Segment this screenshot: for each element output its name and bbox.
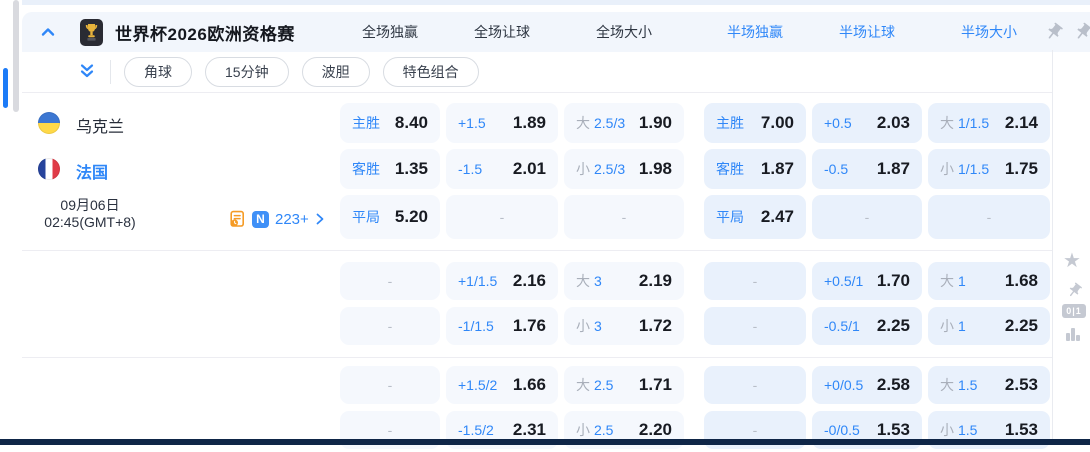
away-team-name: 法国 [76,159,108,183]
odds-cell-empty: - [446,195,558,239]
odds-cell[interactable]: +1.51.89 [446,103,558,143]
active-section-indicator [3,68,8,108]
score-badge-icon[interactable]: 0|1 [1062,304,1086,318]
chevron-up-icon [40,24,56,40]
odds-cell[interactable]: 平局2.47 [704,195,806,239]
top-divider-strip [22,0,1090,5]
odds-cell[interactable]: 小2.5/31.98 [564,149,684,189]
odds-cell-empty: - [928,195,1050,239]
collapse-league-button[interactable] [38,22,58,42]
odds-row: - +1/1.52.16 大32.19 - +0.5/11.70 大11.68 [340,262,1050,300]
odds-cell[interactable]: -0.5/12.25 [812,307,922,345]
odds-cell[interactable]: 主胜7.00 [704,103,806,143]
tab-half-time-handicap[interactable]: 半场让球 [812,22,922,42]
market-column-headers: 全场独赢 全场让球 全场大小 半场独赢 半场让球 半场大小 [340,12,1050,52]
odds-row: 主胜8.40 +1.51.89 大2.5/31.90 主胜7.00 +0.52.… [340,103,1050,143]
odds-cell-empty: - [704,262,806,300]
odds-row: 平局5.20 - - 平局2.47 - - [340,195,1050,239]
market-filter-row: 角球 15分钟 波胆 特色组合 [22,52,1052,93]
odds-cell-empty: - [340,366,440,404]
match-block-secondary: - +1/1.52.16 大32.19 - +0.5/11.70 大11.68 … [22,250,1052,358]
odds-row: 客胜1.35 -1.52.01 小2.5/31.98 客胜1.87 -0.51.… [340,149,1050,189]
stats-chart-icon[interactable] [1064,325,1082,343]
odds-cell[interactable]: 平局5.20 [340,195,440,239]
column-gap-spacer [690,366,698,404]
ukraine-flag-icon [38,112,60,134]
odds-cell-empty: - [564,195,684,239]
world-cup-trophy-icon [80,19,103,46]
odds-cell[interactable]: +0/0.52.58 [812,366,922,404]
tab-full-time-over-under[interactable]: 全场大小 [564,22,684,42]
odds-cell[interactable]: -1.52.01 [446,149,558,189]
odds-cell[interactable]: +1/1.52.16 [446,262,558,300]
pin-icon[interactable] [1069,18,1090,46]
more-markets-link[interactable]: N 223+ [228,210,325,228]
odds-cell[interactable]: +0.5/11.70 [812,262,922,300]
match-block-main: 乌克兰 法国 09月06日 02:45(GMT+8) N 223+ 主胜8.40… [22,92,1052,251]
odds-cell-empty: - [704,366,806,404]
scrollbar-thumb[interactable] [13,0,19,112]
odds-cell[interactable]: 客胜1.87 [704,149,806,189]
column-gap-spacer [690,149,698,189]
odds-cell[interactable]: 小1/1.51.75 [928,149,1050,189]
filter-corners[interactable]: 角球 [124,57,192,87]
tab-half-time-1x2[interactable]: 半场独赢 [704,22,806,42]
tab-full-time-handicap[interactable]: 全场让球 [446,22,558,42]
match-time: 02:45(GMT+8) [26,214,154,231]
column-gap-spacer [690,195,698,239]
odds-cell[interactable]: 主胜8.40 [340,103,440,143]
filter-divider [110,60,111,84]
favorite-star-icon[interactable]: ★ [1063,251,1081,271]
match-date: 09月06日 [26,197,154,214]
odds-cell-empty: - [704,307,806,345]
odds-cell[interactable]: 大2.5/31.90 [564,103,684,143]
match-block-tertiary: - +1.5/21.66 大2.51.71 - +0/0.52.58 大1.52… [22,357,1052,452]
left-rail [0,0,22,445]
odds-cell[interactable]: +1.5/21.66 [446,366,558,404]
n-badge-icon: N [252,211,269,228]
odds-cell[interactable]: 客胜1.35 [340,149,440,189]
more-markets-count: 223+ [275,211,309,228]
bottom-navy-bar [0,439,1090,445]
live-odds-icon [228,210,246,228]
match-datetime: 09月06日 02:45(GMT+8) [26,197,154,231]
right-rail-divider [1052,50,1053,445]
column-gap-spacer [690,307,698,345]
odds-row: - -1/1.51.76 小31.72 - -0.5/12.25 小12.25 [340,307,1050,345]
header-pin-actions [1044,22,1090,42]
double-chevron-down-icon [78,62,96,80]
expand-all-button[interactable] [78,62,98,82]
odds-row: - +1.5/21.66 大2.51.71 - +0/0.52.58 大1.52… [340,366,1050,404]
odds-cell[interactable]: 大1.52.53 [928,366,1050,404]
filter-15-minutes[interactable]: 15分钟 [205,57,289,87]
odds-cell[interactable]: 大32.19 [564,262,684,300]
odds-cell[interactable]: +0.52.03 [812,103,922,143]
pin-match-icon[interactable] [1063,279,1087,303]
column-gap-spacer [690,262,698,300]
france-flag-icon [38,158,60,180]
filter-special-combos[interactable]: 特色组合 [383,57,479,87]
odds-cell[interactable]: 小12.25 [928,307,1050,345]
tab-half-time-over-under[interactable]: 半场大小 [928,22,1050,42]
odds-cell[interactable]: 大11.68 [928,262,1050,300]
odds-cell-empty: - [340,262,440,300]
odds-cell[interactable]: -1/1.51.76 [446,307,558,345]
odds-cell[interactable]: 小31.72 [564,307,684,345]
league-header-left: 世界杯2026欧洲资格赛 [22,12,295,52]
chevron-right-icon [315,213,325,225]
column-gap-spacer [690,103,698,143]
tab-full-time-1x2[interactable]: 全场独赢 [340,22,440,42]
odds-cell[interactable]: 大1/1.52.14 [928,103,1050,143]
pin-icon[interactable] [1040,18,1068,46]
odds-cell-empty: - [340,307,440,345]
odds-cell[interactable]: 大2.51.71 [564,366,684,404]
odds-cell-empty: - [812,195,922,239]
league-header: 世界杯2026欧洲资格赛 全场独赢 全场让球 全场大小 半场独赢 半场让球 半场… [22,12,1090,52]
league-title: 世界杯2026欧洲资格赛 [115,20,295,45]
odds-cell[interactable]: -0.51.87 [812,149,922,189]
home-team-name: 乌克兰 [76,113,124,137]
filter-correct-score[interactable]: 波胆 [302,57,370,87]
